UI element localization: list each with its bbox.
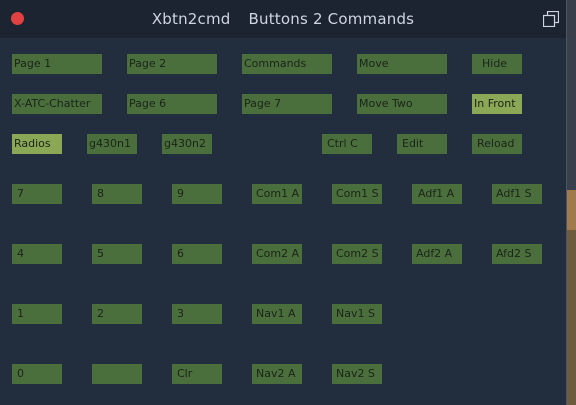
com1-s-button[interactable]: Com1 S <box>332 184 382 204</box>
page6-button[interactable]: Page 6 <box>127 94 217 114</box>
com2-s-button[interactable]: Com2 S <box>332 244 382 264</box>
xbtn2cmd-window: Xbtn2cmd Buttons 2 Commands Page 1 Page 2… <box>0 0 567 405</box>
nav2-s-button[interactable]: Nav2 S <box>332 364 382 384</box>
key-0-button[interactable]: 0 <box>12 364 62 384</box>
title-window-name: Buttons 2 Commands <box>248 10 415 28</box>
key-3-button[interactable]: 3 <box>172 304 222 324</box>
background-desktop <box>566 0 576 190</box>
hide-button[interactable]: Hide <box>472 54 522 74</box>
commands-button[interactable]: Commands <box>242 54 332 74</box>
key-6-button[interactable]: 6 <box>172 244 222 264</box>
background-desktop-sand <box>566 190 576 230</box>
adf1-a-button[interactable]: Adf1 A <box>412 184 462 204</box>
move-two-button[interactable]: Move Two <box>357 94 447 114</box>
key-2-button[interactable]: 2 <box>92 304 142 324</box>
window-title: Xbtn2cmd Buttons 2 Commands <box>0 10 566 28</box>
radios-button[interactable]: Radios <box>12 134 62 154</box>
afd2-s-button[interactable]: Afd2 S <box>492 244 542 264</box>
key-1-button[interactable]: 1 <box>12 304 62 324</box>
adf2-a-button[interactable]: Adf2 A <box>412 244 462 264</box>
clr-button[interactable]: Clr <box>172 364 222 384</box>
in-front-button[interactable]: In Front <box>472 94 522 114</box>
key-4-button[interactable]: 4 <box>12 244 62 264</box>
key-7-button[interactable]: 7 <box>12 184 62 204</box>
blank-button[interactable] <box>92 364 142 384</box>
nav2-a-button[interactable]: Nav2 A <box>252 364 302 384</box>
nav1-s-button[interactable]: Nav1 S <box>332 304 382 324</box>
nav1-a-button[interactable]: Nav1 A <box>252 304 302 324</box>
adf1-s-button[interactable]: Adf1 S <box>492 184 542 204</box>
title-bar[interactable]: Xbtn2cmd Buttons 2 Commands <box>0 0 566 38</box>
key-8-button[interactable]: 8 <box>92 184 142 204</box>
page2-button[interactable]: Page 2 <box>127 54 217 74</box>
title-app-name: Xbtn2cmd <box>151 10 231 28</box>
maximize-icon[interactable] <box>543 11 559 27</box>
page7-button[interactable]: Page 7 <box>242 94 332 114</box>
key-9-button[interactable]: 9 <box>172 184 222 204</box>
key-5-button[interactable]: 5 <box>92 244 142 264</box>
com1-a-button[interactable]: Com1 A <box>252 184 302 204</box>
move-button[interactable]: Move <box>357 54 447 74</box>
g430n1-button[interactable]: g430n1 <box>87 134 137 154</box>
g430n2-button[interactable]: g430n2 <box>162 134 212 154</box>
com2-a-button[interactable]: Com2 A <box>252 244 302 264</box>
reload-button[interactable]: Reload <box>472 134 522 154</box>
x-atc-chatter-button[interactable]: X-ATC-Chatter <box>12 94 102 114</box>
ctrl-c-button[interactable]: Ctrl C <box>322 134 372 154</box>
edit-button[interactable]: Edit <box>397 134 447 154</box>
background-desktop-ground <box>566 230 576 405</box>
page1-button[interactable]: Page 1 <box>12 54 102 74</box>
